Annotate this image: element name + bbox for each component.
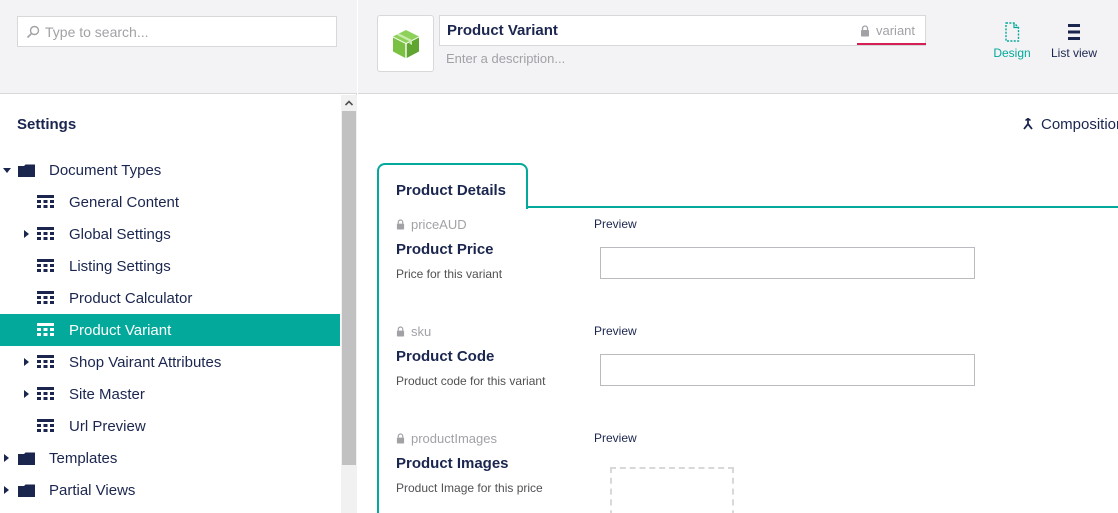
compositions-label: Compositions xyxy=(1041,116,1118,133)
list-view-icon xyxy=(1068,24,1080,40)
folder-icon xyxy=(18,484,35,497)
tree-item-url-preview[interactable]: Url Preview xyxy=(0,410,340,442)
editor-header: Product Variant variant Enter a descript… xyxy=(358,0,1118,94)
list-view-button[interactable]: List view xyxy=(1046,22,1102,72)
chevron-up-icon xyxy=(345,100,353,106)
property-description: Product Image for this price xyxy=(396,481,543,495)
tree-item-label: Product Variant xyxy=(69,321,172,339)
tree-item-label: Global Settings xyxy=(69,225,171,243)
property-row[interactable]: sku Product Code Product code for this v… xyxy=(396,324,996,424)
lock-icon[interactable] xyxy=(396,433,405,444)
tree-item-label: General Content xyxy=(69,193,180,211)
preview-label: Preview xyxy=(594,431,637,445)
tree-item-label: Templates xyxy=(49,449,118,467)
caret-right-icon[interactable] xyxy=(24,358,29,366)
sidebar-search-area xyxy=(0,0,357,94)
tree-item-shop-vairant-attributes[interactable]: Shop Vairant Attributes xyxy=(0,346,340,378)
tree-item-label: Shop Vairant Attributes xyxy=(69,353,222,371)
caret-right-icon[interactable] xyxy=(4,486,9,494)
caret-right-icon[interactable] xyxy=(24,230,29,238)
search-icon xyxy=(26,25,40,38)
design-button[interactable]: Design xyxy=(992,22,1032,72)
sidebar: Settings Document Types General Content xyxy=(0,0,357,513)
property-group: Product Details priceAUD Product Price P… xyxy=(377,163,1118,513)
document-type-icon xyxy=(37,355,54,368)
lock-icon[interactable] xyxy=(396,219,405,230)
lock-icon[interactable] xyxy=(396,326,405,337)
folder-icon xyxy=(18,164,35,177)
property-alias: productImages xyxy=(396,431,497,446)
editor-main: Compositions Product Details priceAUD Pr… xyxy=(358,95,1118,513)
preview-label: Preview xyxy=(594,324,637,338)
compositions-icon xyxy=(1023,118,1033,130)
tree-item-templates[interactable]: Templates xyxy=(0,442,340,474)
description-field[interactable]: Enter a description... xyxy=(446,51,565,66)
property-name[interactable]: Product Price xyxy=(396,241,494,258)
tree-item-product-variant[interactable]: Product Variant xyxy=(0,314,340,346)
tree-item-label: Document Types xyxy=(49,161,162,179)
tree-item-general-content[interactable]: General Content xyxy=(0,186,340,218)
doctype-icon-picker[interactable] xyxy=(377,15,434,72)
tree-item-label: Url Preview xyxy=(69,417,146,435)
document-type-icon xyxy=(37,419,54,432)
document-type-icon xyxy=(37,227,54,240)
media-picker-preview xyxy=(610,467,734,513)
tree-item-partial-views[interactable]: Partial Views xyxy=(0,474,340,506)
tree-item-label: Partial Views xyxy=(49,481,136,499)
tree-section-title: Settings xyxy=(17,116,77,133)
tree-item-listing-settings[interactable]: Listing Settings xyxy=(0,250,340,282)
sidebar-scrollbar[interactable] xyxy=(341,95,357,513)
property-row[interactable]: productImages Product Images Product Ima… xyxy=(396,431,996,513)
document-type-icon xyxy=(37,259,54,272)
property-row[interactable]: priceAUD Product Price Price for this va… xyxy=(396,217,996,317)
settings-tree: Settings Document Types General Content xyxy=(0,95,340,513)
scroll-up-button[interactable] xyxy=(341,95,357,111)
group-border-top xyxy=(526,206,1118,208)
search-box[interactable] xyxy=(17,16,337,47)
lock-icon[interactable] xyxy=(860,25,870,37)
group-tab[interactable]: Product Details xyxy=(377,163,528,209)
document-type-icon xyxy=(37,323,54,336)
doctype-name-value[interactable]: Product Variant xyxy=(447,22,558,39)
tree-item-label: Product Calculator xyxy=(69,289,193,307)
doctype-name-field[interactable]: Product Variant variant xyxy=(439,15,926,46)
scrollbar-thumb[interactable] xyxy=(342,111,356,465)
property-alias-text: priceAUD xyxy=(411,217,467,232)
textbox-preview xyxy=(600,247,975,279)
tree-item-global-settings[interactable]: Global Settings xyxy=(0,218,340,250)
tree-item-product-calculator[interactable]: Product Calculator xyxy=(0,282,340,314)
compositions-button[interactable]: Compositions xyxy=(1023,116,1118,133)
property-alias-text: productImages xyxy=(411,431,497,446)
alias-underline xyxy=(857,43,926,45)
document-icon xyxy=(1005,22,1020,42)
property-description: Price for this variant xyxy=(396,267,503,281)
tree-item-label: Listing Settings xyxy=(69,257,171,275)
folder-icon xyxy=(18,452,35,465)
document-type-icon xyxy=(37,387,54,400)
tree-item-site-master[interactable]: Site Master xyxy=(0,378,340,410)
property-name[interactable]: Product Code xyxy=(396,348,494,365)
caret-right-icon[interactable] xyxy=(24,390,29,398)
preview-label: Preview xyxy=(594,217,637,231)
caret-down-icon[interactable] xyxy=(3,168,11,173)
property-alias: priceAUD xyxy=(396,217,467,232)
search-input[interactable] xyxy=(45,23,325,40)
list-view-label: List view xyxy=(1050,46,1097,60)
property-alias-text: sku xyxy=(411,324,432,339)
tree-item-label: Site Master xyxy=(69,385,145,403)
tree-item-document-types[interactable]: Document Types xyxy=(0,154,340,186)
design-label: Design xyxy=(993,46,1031,60)
property-name[interactable]: Product Images xyxy=(396,455,509,472)
document-type-icon xyxy=(37,291,54,304)
doctype-alias[interactable]: variant xyxy=(876,23,915,38)
group-title[interactable]: Product Details xyxy=(396,182,506,199)
group-border-left xyxy=(377,207,379,513)
property-alias: sku xyxy=(396,324,431,339)
box-icon xyxy=(392,29,419,58)
property-description: Product code for this variant xyxy=(396,374,546,388)
textbox-preview xyxy=(600,354,975,386)
caret-right-icon[interactable] xyxy=(4,454,9,462)
document-type-icon xyxy=(37,195,54,208)
